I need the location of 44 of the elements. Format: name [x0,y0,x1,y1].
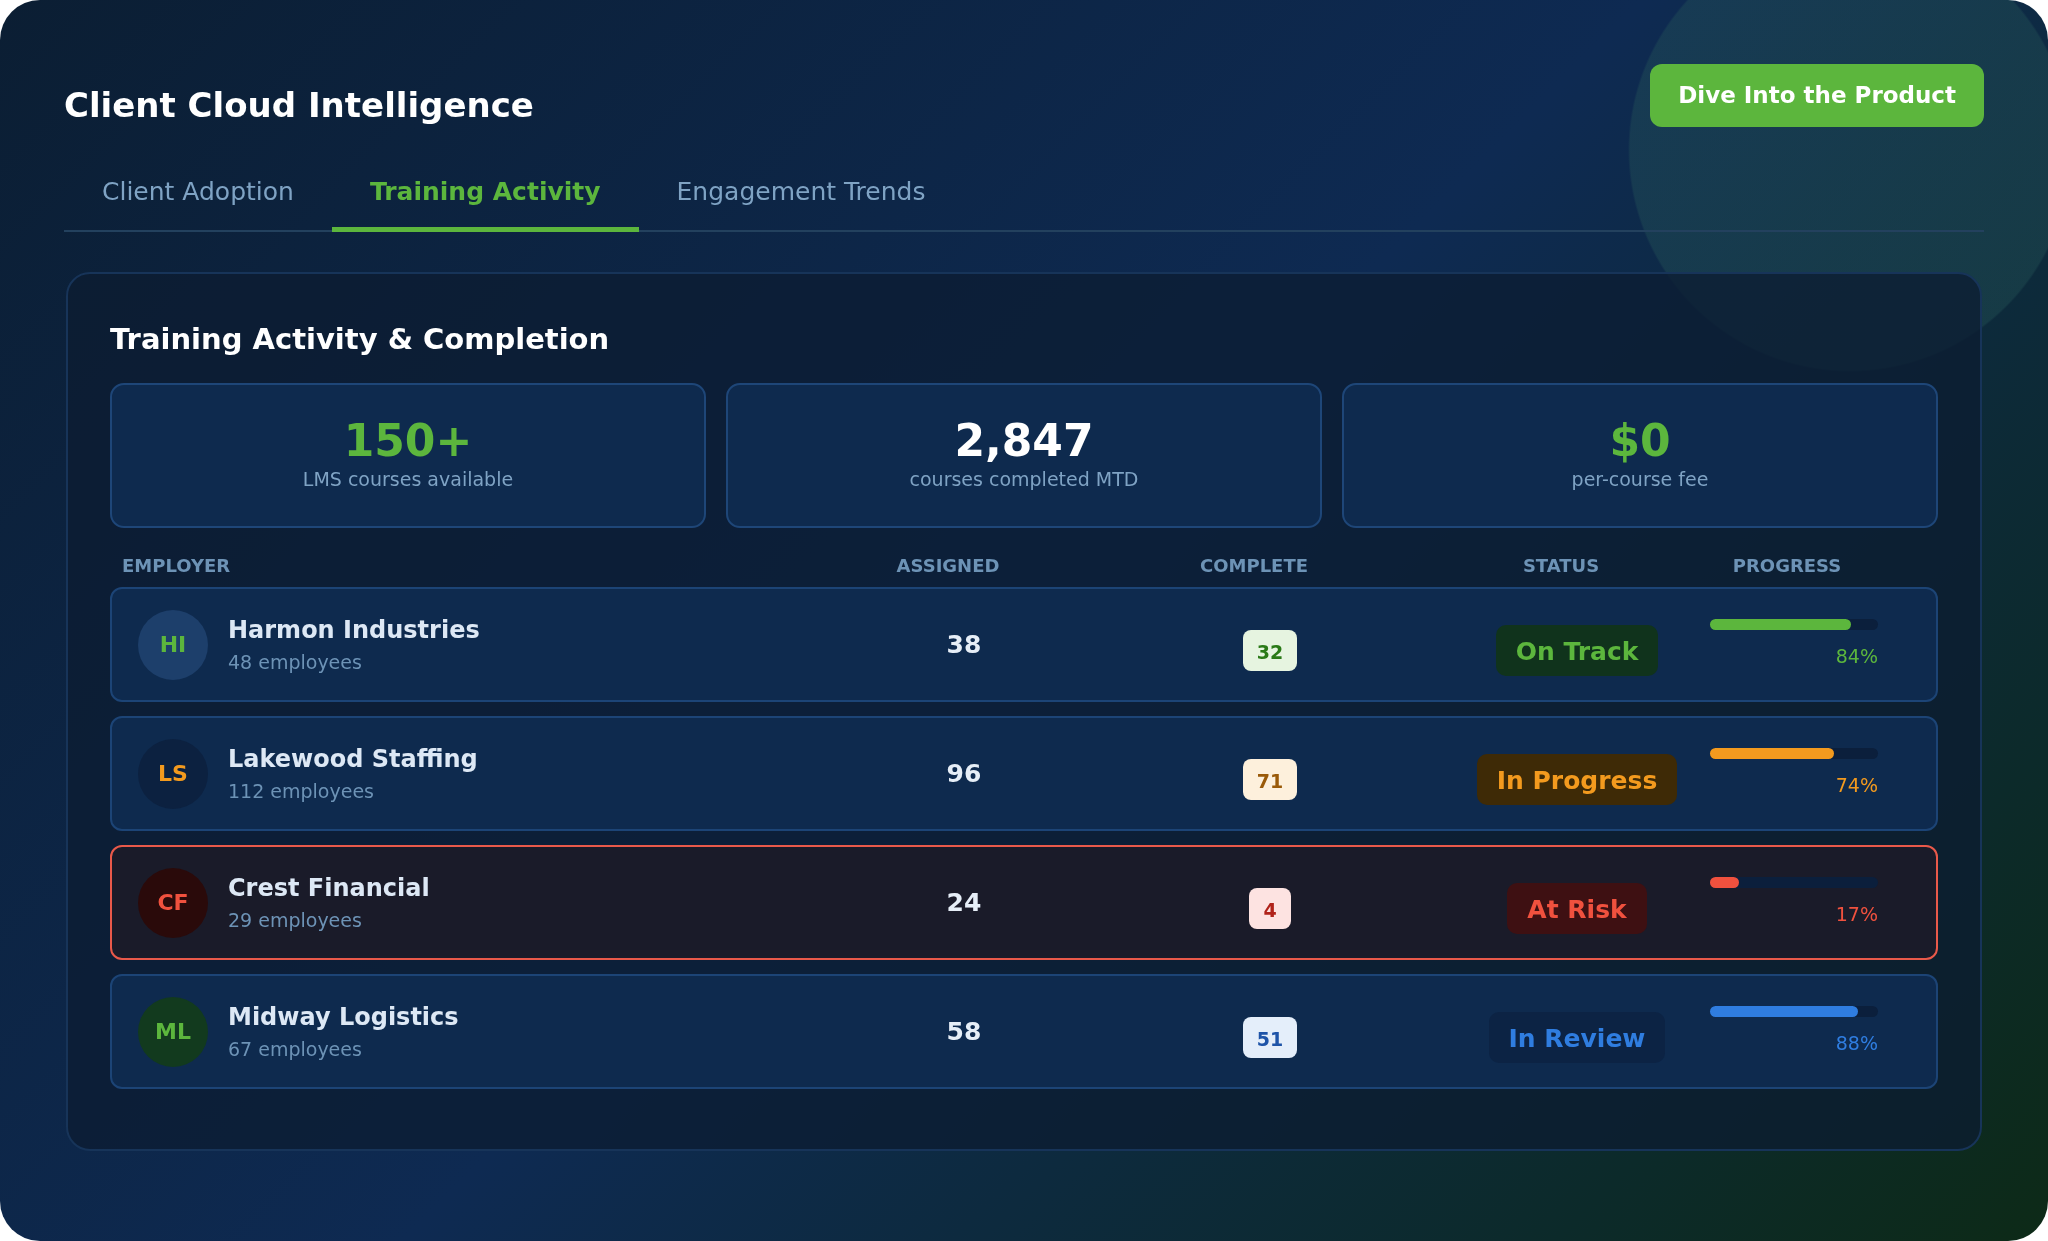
status-pill: On Track [1495,624,1659,677]
employee-count: 48 employees [228,650,363,676]
employer-name: Lakewood Staffing [228,744,478,776]
assigned-count: 58 [946,1016,982,1046]
progress-percent: 88% [1834,1030,1878,1056]
employer-name: Midway Logistics [228,1002,459,1034]
complete-count: 4 [1249,888,1291,929]
progress-percent: 17% [1834,901,1878,927]
assigned-count: 24 [946,887,982,917]
stat-value: 2,847 [954,417,1094,466]
avatar-circle: LS [138,738,208,809]
column-header: STATUS [1522,555,1600,576]
app-title: Client Cloud Intelligence [64,84,534,127]
tab[interactable]: Training Activity [331,159,639,232]
column-header: EMPLOYER [122,555,231,576]
panel-title: Training Activity & Completion [110,320,611,358]
progress-percent: 74% [1834,772,1878,798]
complete-count: 32 [1242,630,1298,671]
status-pill: At Risk [1507,882,1647,935]
column-header: ASSIGNED [896,555,1000,576]
stat-value: $0 [1609,417,1671,466]
status-pill: In Progress [1476,753,1678,806]
employer-name: Crest Financial [228,873,430,905]
employee-count: 29 employees [228,908,363,934]
avatar-circle: HI [138,609,208,680]
stat-label: LMS courses available [302,467,514,493]
stat-label: per-course fee [1571,467,1709,493]
tab[interactable]: Engagement Trends [638,159,964,232]
status-pill: In Review [1488,1011,1666,1064]
avatar-circle: ML [138,996,208,1067]
employee-count: 67 employees [228,1037,363,1063]
assigned-count: 96 [946,758,982,788]
complete-count: 51 [1242,1017,1298,1058]
assigned-count: 38 [946,629,982,659]
avatar-circle: CF [138,867,208,938]
employer-name: Harmon Industries [228,615,480,647]
stat-label: courses completed MTD [909,467,1139,493]
stat-value: 150+ [343,417,473,466]
column-header: COMPLETE [1200,555,1308,576]
column-header: PROGRESS [1732,555,1842,576]
tab[interactable]: Client Adoption [64,159,332,232]
progress-percent: 84% [1834,643,1878,669]
employee-count: 112 employees [228,779,375,805]
complete-count: 71 [1242,759,1298,800]
